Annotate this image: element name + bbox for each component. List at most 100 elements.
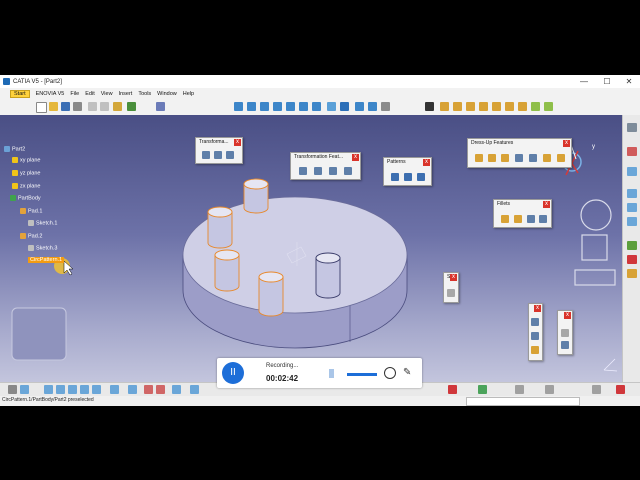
- remove-face-icon[interactable]: [557, 154, 565, 162]
- plane-icon[interactable]: [627, 167, 637, 176]
- knowledge-icon[interactable]: [545, 385, 554, 394]
- analysis-icon[interactable]: [627, 255, 637, 264]
- fit-all-icon[interactable]: [247, 102, 256, 111]
- save-icon[interactable]: [61, 102, 70, 111]
- menu-file[interactable]: File: [70, 91, 79, 97]
- close-icon[interactable]: x: [423, 159, 430, 166]
- catalog-icon[interactable]: [515, 385, 524, 394]
- boolean-icon[interactable]: [627, 189, 637, 198]
- sketcher-icon[interactable]: [425, 102, 434, 111]
- tree-item-sketch3[interactable]: Sketch.3: [28, 245, 57, 251]
- patterns-toolbar[interactable]: Patterns x: [383, 157, 432, 186]
- pen-icon[interactable]: ✎: [403, 367, 414, 378]
- thread-icon[interactable]: [543, 154, 551, 162]
- chamfer-icon[interactable]: [488, 154, 496, 162]
- close-button[interactable]: ✕: [618, 75, 640, 88]
- plane-icon[interactable]: [531, 346, 539, 354]
- menu-edit[interactable]: Edit: [85, 91, 94, 97]
- print-icon[interactable]: [73, 102, 82, 111]
- copy-icon[interactable]: [100, 102, 109, 111]
- cut-icon[interactable]: [88, 102, 97, 111]
- tree-item-sketch1[interactable]: Sketch.1: [28, 220, 57, 226]
- audio-slider[interactable]: [347, 373, 377, 376]
- rotation-icon[interactable]: [214, 151, 222, 159]
- close-icon[interactable]: x: [534, 305, 541, 312]
- menu-insert[interactable]: Insert: [119, 91, 133, 97]
- grid-icon[interactable]: [44, 385, 53, 394]
- measure-icon[interactable]: [128, 385, 137, 394]
- body-icon[interactable]: [190, 385, 199, 394]
- slot-icon[interactable]: [518, 102, 527, 111]
- 3d-viewport[interactable]: y Part2 xy plane yz plane zx plane PartB…: [0, 115, 622, 382]
- menu-help[interactable]: Help: [183, 91, 194, 97]
- vertical-toolbar-left[interactable]: x: [528, 303, 543, 361]
- tree-item-zx-plane[interactable]: zx plane: [12, 183, 41, 189]
- point-icon[interactable]: [531, 318, 539, 326]
- maximize-button[interactable]: ☐: [596, 75, 618, 88]
- rotate-icon[interactable]: [273, 102, 282, 111]
- dressup-features-toolbar[interactable]: Dress-Up Features x: [467, 138, 572, 168]
- multi-section-icon[interactable]: [531, 102, 540, 111]
- user-pattern-icon[interactable]: [417, 173, 425, 181]
- view-widget-icon[interactable]: [574, 199, 616, 286]
- swap-space-icon[interactable]: [368, 102, 377, 111]
- pattern-icon[interactable]: [329, 167, 337, 175]
- close-icon[interactable]: x: [564, 312, 571, 319]
- webcam-icon[interactable]: [384, 367, 396, 379]
- edge-fillet-icon[interactable]: [475, 154, 483, 162]
- line-icon[interactable]: [531, 332, 539, 340]
- tool-icon[interactable]: [447, 289, 455, 297]
- snap-icon[interactable]: [56, 385, 65, 394]
- close-icon[interactable]: x: [234, 139, 241, 146]
- close-icon[interactable]: x: [563, 140, 570, 147]
- axis-icon[interactable]: [627, 203, 637, 212]
- tree-item-pad2[interactable]: Pad.2: [20, 233, 42, 239]
- pad-icon[interactable]: [440, 102, 449, 111]
- tool-icon[interactable]: [561, 341, 569, 349]
- scaling-icon[interactable]: [344, 167, 352, 175]
- translation-icon[interactable]: [299, 167, 307, 175]
- transformation-toolbar[interactable]: Transforma... x: [195, 137, 243, 164]
- help-icon[interactable]: [592, 385, 601, 394]
- views-icon[interactable]: [327, 102, 336, 111]
- paste-icon[interactable]: [113, 102, 122, 111]
- mirror-icon[interactable]: [314, 167, 322, 175]
- zoom-in-icon[interactable]: [286, 102, 295, 111]
- vertical-toolbar-right[interactable]: x: [557, 310, 573, 355]
- shaft-icon[interactable]: [466, 102, 475, 111]
- update-icon[interactable]: [172, 385, 181, 394]
- tool-icon[interactable]: [561, 329, 569, 337]
- whats-this-icon[interactable]: [156, 102, 165, 111]
- close-icon[interactable]: x: [543, 201, 550, 208]
- minimize-button[interactable]: —: [573, 75, 595, 88]
- normal-view-icon[interactable]: [312, 102, 321, 111]
- tree-root[interactable]: Part2: [4, 146, 25, 152]
- draft-icon[interactable]: [501, 154, 509, 162]
- circ-pattern-icon[interactable]: [404, 173, 412, 181]
- shell-icon[interactable]: [515, 154, 523, 162]
- pocket-icon[interactable]: [453, 102, 462, 111]
- rect-pattern-icon[interactable]: [391, 173, 399, 181]
- open-icon[interactable]: [49, 102, 58, 111]
- tree-item-pad1[interactable]: Pad.1: [20, 208, 42, 214]
- variable-fillet-icon[interactable]: [514, 215, 522, 223]
- tree-item-xy-plane[interactable]: xy plane: [12, 157, 41, 163]
- transformation-features-toolbar[interactable]: Transformation Feat... x: [290, 152, 361, 180]
- tree-item-partbody[interactable]: PartBody: [10, 195, 41, 201]
- tritangent-fillet-icon[interactable]: [539, 215, 547, 223]
- menu-view[interactable]: View: [101, 91, 113, 97]
- select-icon[interactable]: [8, 385, 17, 394]
- hole-icon[interactable]: [492, 102, 501, 111]
- sketch-icon[interactable]: [627, 147, 637, 156]
- pan-icon[interactable]: [260, 102, 269, 111]
- view-icon[interactable]: [110, 385, 119, 394]
- thickness-icon[interactable]: [529, 154, 537, 162]
- fillets-toolbar[interactable]: Fillets x: [493, 199, 552, 228]
- measure-icon[interactable]: [381, 102, 390, 111]
- draft-analysis-icon[interactable]: [156, 385, 165, 394]
- zoom-out-icon[interactable]: [299, 102, 308, 111]
- apply-material-icon[interactable]: [627, 269, 637, 278]
- point-icon[interactable]: [627, 217, 637, 226]
- removed-section-icon[interactable]: [544, 102, 553, 111]
- menu-window[interactable]: Window: [157, 91, 177, 97]
